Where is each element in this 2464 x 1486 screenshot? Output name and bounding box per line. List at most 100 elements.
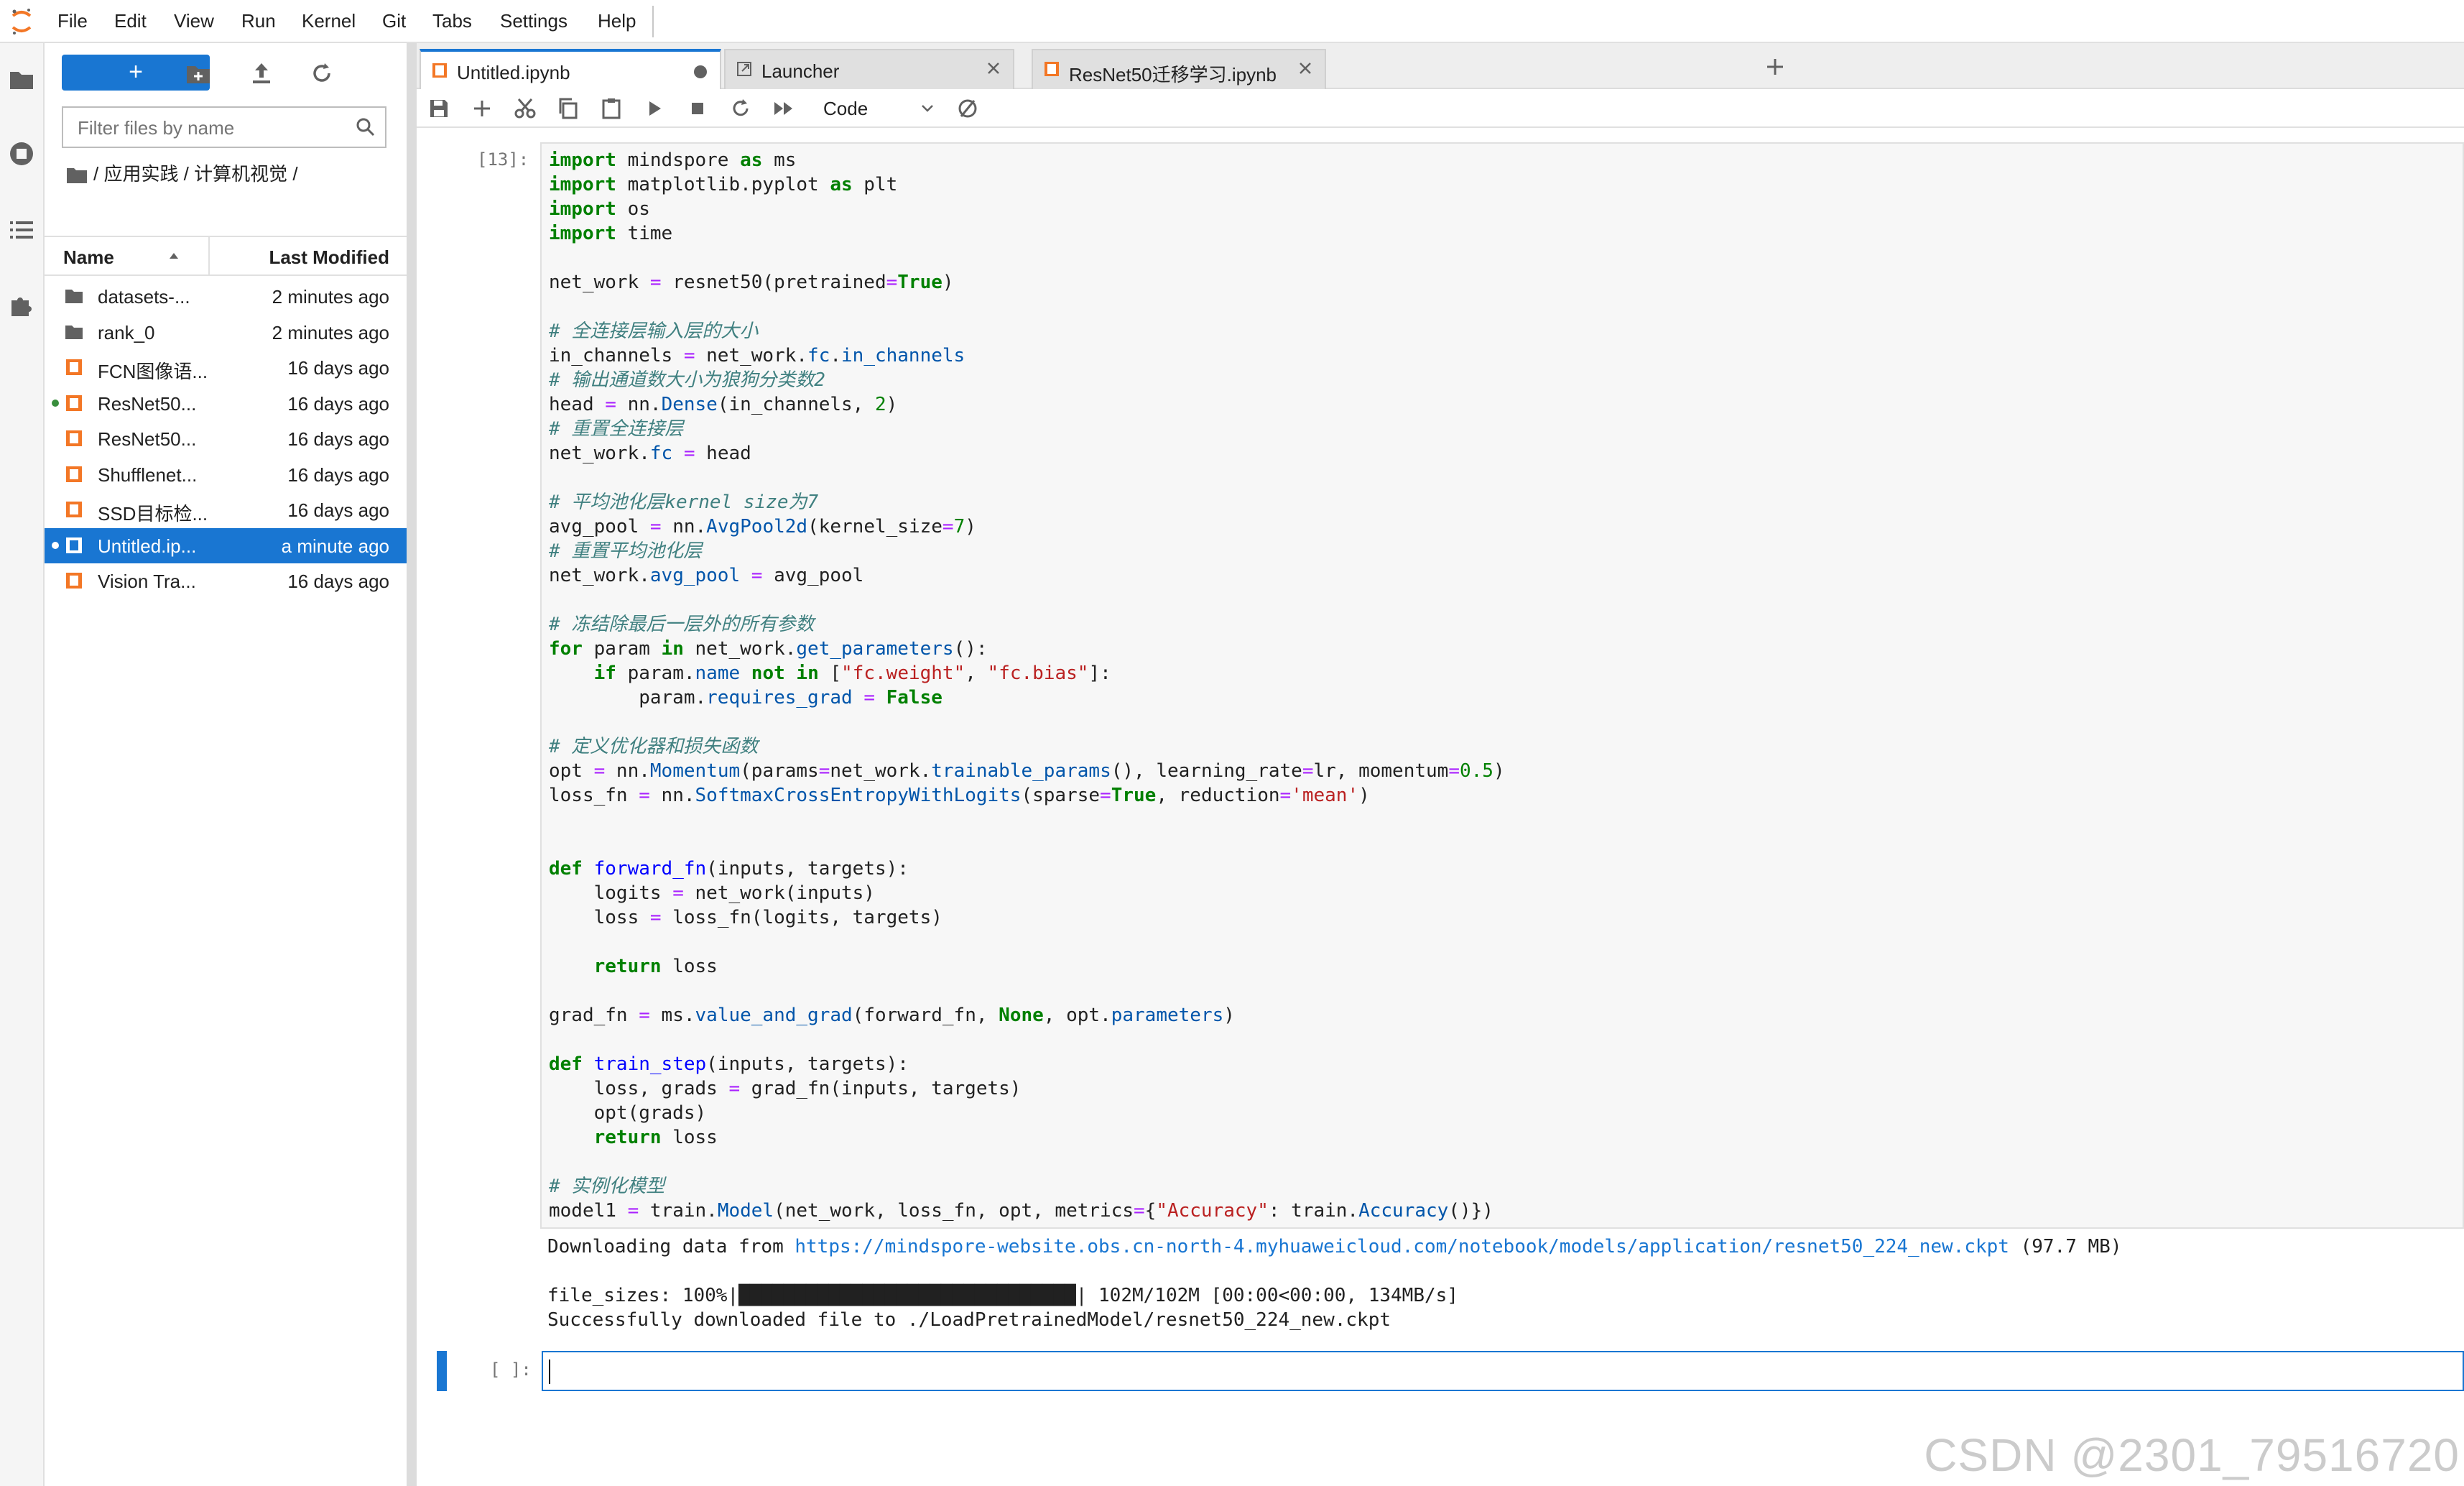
menu-edit[interactable]: Edit <box>114 10 147 32</box>
unsaved-dot-icon[interactable] <box>694 65 707 78</box>
copy-icon[interactable] <box>556 96 580 121</box>
output-progress-suffix: | 102M/102M [00:00<00:00, 134MB/s] <box>1075 1285 1458 1306</box>
file-filter <box>62 106 386 148</box>
cell-type-value: Code <box>823 98 869 119</box>
column-name-header[interactable]: Name <box>63 246 114 269</box>
upload-icon[interactable] <box>247 59 276 88</box>
file-name: SSD目标检... <box>98 503 208 525</box>
menu-view[interactable]: View <box>174 10 214 32</box>
output-download-link[interactable]: https://mindspore-website.obs.cn-north-4… <box>795 1236 2009 1257</box>
add-cell-icon[interactable] <box>470 96 494 121</box>
cell-output: Downloading data from https://mindspore-… <box>547 1235 2121 1332</box>
save-icon[interactable] <box>427 96 451 121</box>
column-divider <box>208 237 210 274</box>
folder-icon[interactable] <box>66 167 88 184</box>
fast-forward-icon[interactable] <box>772 96 796 121</box>
menu-separator <box>652 6 654 37</box>
file-modified: 16 days ago <box>287 428 389 450</box>
breadcrumb: / 应用实践 / 计算机视觉 / <box>66 160 298 186</box>
tab-label: ResNet50迁移学习.ipynb <box>1069 64 1277 86</box>
file-name: Vision Tra... <box>98 571 196 592</box>
menu-file[interactable]: File <box>57 10 88 32</box>
notebook-icon <box>66 430 82 446</box>
notebook-icon <box>1045 62 1059 76</box>
stop-icon[interactable] <box>685 96 710 121</box>
notebook-panel: [13]: import mindspore as ms import matp… <box>417 128 2464 1486</box>
notebook-icon <box>66 502 82 517</box>
extension-puzzle-icon[interactable] <box>7 290 36 319</box>
file-modified: 16 days ago <box>287 392 389 415</box>
table-of-contents-icon[interactable] <box>7 216 36 244</box>
cell-type-select[interactable]: Code <box>823 95 942 121</box>
add-tab-icon[interactable] <box>1760 52 1790 82</box>
breadcrumb-path[interactable]: / 应用实践 / 计算机视觉 / <box>93 163 298 185</box>
running-indicator-icon <box>52 399 59 407</box>
folder-icon <box>65 290 83 303</box>
file-name: rank_0 <box>98 321 155 343</box>
code-editor[interactable]: import mindspore as ms import matplotlib… <box>549 148 1505 1223</box>
close-icon[interactable] <box>1296 59 1315 78</box>
output-progress-prefix: file_sizes: 100%| <box>547 1285 739 1306</box>
notebook-icon <box>66 394 82 411</box>
running-kernels-icon[interactable] <box>7 139 36 168</box>
cell-prompt: [ ]: <box>490 1360 532 1380</box>
active-cell-indicator <box>437 1351 447 1391</box>
menu-bar: File Edit View Run Kernel Git Tabs Setti… <box>0 0 2464 43</box>
file-list-item[interactable]: Untitled.ip... a minute ago <box>45 527 407 563</box>
file-list-item[interactable]: ResNet50... 16 days ago <box>45 386 407 421</box>
notebook-toolbar: Code <box>417 89 2464 128</box>
folder-icon[interactable] <box>7 65 36 93</box>
file-list-item[interactable]: ResNet50... 16 days ago <box>45 421 407 456</box>
file-name: Shufflenet... <box>98 463 198 486</box>
kernel-status-icon[interactable] <box>955 96 980 121</box>
folder-icon <box>65 325 83 339</box>
menu-kernel[interactable]: Kernel <box>302 10 356 32</box>
watermark: CSDN @2301_79516720 <box>1924 1429 2460 1481</box>
tab-launcher[interactable]: Launcher <box>724 49 1014 89</box>
menu-tabs[interactable]: Tabs <box>432 10 472 32</box>
file-name: Untitled.ip... <box>98 535 197 557</box>
file-list-item[interactable]: datasets-... 2 minutes ago <box>45 279 407 314</box>
file-name: ResNet50... <box>98 428 197 450</box>
notebook-icon <box>66 359 82 375</box>
panel-splitter[interactable] <box>407 43 417 1486</box>
activity-bar <box>0 43 45 1486</box>
cut-icon[interactable] <box>513 96 537 121</box>
tab-label: Untitled.ipynb <box>457 62 570 83</box>
file-modified: 16 days ago <box>287 463 389 486</box>
refresh-icon[interactable] <box>307 59 336 88</box>
chevron-down-icon <box>922 105 933 112</box>
notebook-icon <box>432 63 447 78</box>
jupyter-logo-icon <box>11 9 32 34</box>
sort-ascending-icon[interactable] <box>167 249 181 263</box>
filter-files-input[interactable] <box>76 116 352 140</box>
column-modified-header[interactable]: Last Modified <box>269 246 389 269</box>
file-modified: 2 minutes ago <box>272 286 389 308</box>
file-name: ResNet50... <box>98 392 197 415</box>
file-list-item[interactable]: Vision Tra... 16 days ago <box>45 563 407 599</box>
empty-code-cell-input[interactable] <box>542 1351 2464 1391</box>
tab-untitled-ipynb[interactable]: Untitled.ipynb <box>420 49 721 91</box>
menu-run[interactable]: Run <box>241 10 276 32</box>
paste-icon[interactable] <box>599 96 624 121</box>
file-list-item[interactable]: rank_0 2 minutes ago <box>45 315 407 350</box>
menu-git[interactable]: Git <box>382 10 406 32</box>
file-modified: 16 days ago <box>287 357 389 379</box>
running-indicator-icon <box>52 541 59 549</box>
tab-label: Launcher <box>761 60 840 82</box>
file-modified: 16 days ago <box>287 571 389 592</box>
output-download-size: (97.7 MB) <box>2009 1236 2122 1257</box>
search-icon <box>356 118 375 137</box>
menu-help[interactable]: Help <box>598 10 636 32</box>
run-icon[interactable] <box>642 96 667 121</box>
restart-icon[interactable] <box>728 96 753 121</box>
new-folder-icon[interactable] <box>184 59 213 88</box>
cell-prompt: [13]: <box>477 149 529 170</box>
code-cell-input[interactable]: import mindspore as ms import matplotlib… <box>540 142 2464 1229</box>
menu-settings[interactable]: Settings <box>500 10 568 32</box>
tab-resnet50-transfer[interactable]: ResNet50迁移学习.ipynb <box>1032 49 1326 89</box>
close-icon[interactable] <box>984 59 1003 78</box>
file-list-item[interactable]: FCN图像语... 16 days ago <box>45 350 407 385</box>
file-list-item[interactable]: SSD目标检... 16 days ago <box>45 492 407 527</box>
file-list-item[interactable]: Shufflenet... 16 days ago <box>45 457 407 492</box>
